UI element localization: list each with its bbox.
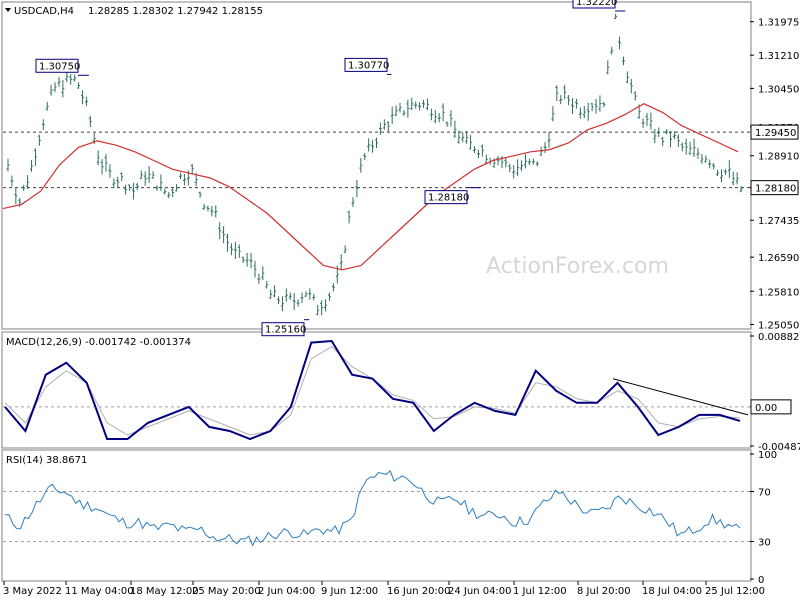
price-ohlc-readout: 1.28285 1.28302 1.27942 1.28155 [88, 6, 263, 17]
price-y-tick-label: 1.31210 [758, 51, 799, 62]
price-y-tick-label: 1.25810 [758, 287, 799, 298]
macd-y-axis: 0.008820.00-0.0048720.00 [750, 332, 800, 453]
macd-title: MACD(12,26,9) -0.001742 -0.001374 [6, 337, 191, 348]
level-price-label: 1.29450 [755, 128, 796, 139]
price-annotation-label: 1.25160 [265, 325, 306, 336]
macd-y-tick-label: 0.00882 [758, 332, 799, 343]
macd-panel-frame [1, 331, 752, 449]
price-annotation-label: 1.30750 [39, 61, 80, 72]
level-price-label: 1.28180 [755, 184, 796, 195]
macd-value-label: 0.00 [755, 403, 777, 414]
x-tick-label: 2 Jun 04:00 [258, 586, 315, 597]
price-panel-frame [1, 1, 752, 330]
price-y-tick-label: 1.26590 [758, 253, 799, 264]
rsi-y-tick-label: 100 [758, 450, 777, 461]
x-tick-label: 25 May 20:00 [192, 586, 261, 597]
x-tick-label: 3 May 2022 [3, 586, 62, 597]
x-axis: 3 May 2022 11 May 04:0018 May 12:0025 May… [3, 581, 765, 597]
x-tick-label: 18 Jul 04:00 [642, 586, 702, 597]
x-tick-label: 24 Jun 04:00 [448, 586, 512, 597]
price-title-symbol: USDCAD,H4 [14, 6, 74, 17]
x-tick-label: 25 Jul 12:00 [705, 586, 765, 597]
rsi-y-tick-label: 70 [758, 488, 771, 499]
x-tick-label: 1 Jul 12:00 [513, 586, 567, 597]
price-y-axis: 1.319751.312101.304501.295701.289101.281… [750, 18, 799, 332]
price-y-tick-label: 1.28910 [758, 152, 799, 163]
x-tick-label: 16 Jun 20:00 [387, 586, 451, 597]
price-annotation-label: 1.32220 [576, 0, 617, 8]
price-annotation-label: 1.30770 [348, 60, 389, 71]
rsi-title: RSI(14) 38.8671 [6, 455, 87, 466]
rsi-y-axis: 100 70 30 0 [750, 450, 777, 586]
chart-canvas: ActionForex.com USDCAD,H4 1.28285 1.2830… [1, 0, 800, 597]
rsi-y-tick-label: 0 [758, 575, 764, 586]
price-y-tick-label: 1.27435 [758, 216, 799, 227]
x-tick-label: 9 Jun 12:00 [321, 586, 378, 597]
price-annotation-label: 1.28180 [428, 193, 469, 204]
rsi-y-tick-label: 30 [758, 538, 771, 549]
x-tick-label: 11 May 04:00 [65, 586, 134, 597]
watermark: ActionForex.com [486, 254, 669, 279]
price-y-tick-label: 1.30450 [758, 84, 799, 95]
x-tick-label: 18 May 12:00 [130, 586, 199, 597]
price-y-tick-label: 1.31975 [758, 18, 799, 29]
price-y-tick-label: 1.25050 [758, 321, 799, 332]
x-tick-label: 8 Jul 20:00 [577, 586, 631, 597]
